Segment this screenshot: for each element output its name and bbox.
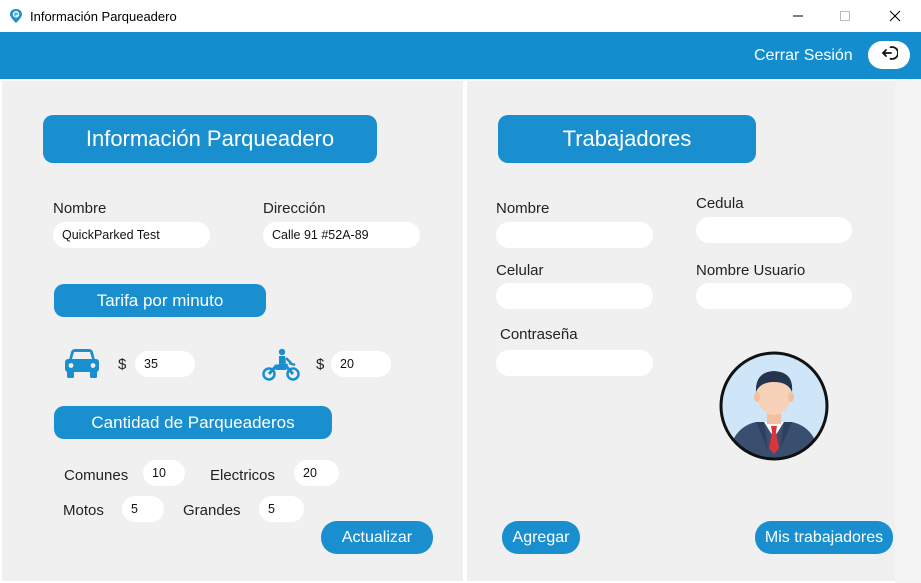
worker-password-field[interactable] (496, 350, 653, 376)
window-title: Información Parqueadero (30, 9, 177, 24)
parking-pin-icon: P (8, 8, 24, 24)
worker-id-field[interactable] (696, 217, 852, 243)
logout-button[interactable] (868, 41, 910, 69)
worker-phone-field[interactable] (496, 283, 653, 309)
parking-info-panel: Información Parqueadero Nombre QuickPark… (2, 81, 463, 581)
main-content: Información Parqueadero Nombre QuickPark… (0, 79, 921, 583)
common-spots-field[interactable]: 10 (143, 460, 185, 486)
parking-address-label: Dirección (263, 200, 326, 217)
moto-rate-currency: $ (316, 356, 325, 373)
parking-address-field[interactable]: Calle 91 #52A-89 (263, 222, 420, 248)
maximize-button[interactable] (822, 0, 868, 32)
parking-quantity-title: Cantidad de Parqueaderos (54, 406, 332, 439)
large-spots-label: Grandes (183, 502, 241, 519)
motorcycle-icon (262, 348, 300, 387)
logout-icon (880, 44, 899, 67)
parking-name-field[interactable]: QuickParked Test (53, 222, 210, 248)
car-rate-field[interactable]: 35 (135, 351, 195, 377)
electric-spots-label: Electricos (210, 467, 276, 484)
moto-spots-label: Motos (63, 502, 104, 519)
worker-password-label: Contraseña (500, 326, 578, 343)
worker-name-label: Nombre (496, 200, 550, 217)
svg-text:P: P (14, 13, 18, 19)
app-header: Cerrar Sesión (0, 32, 921, 79)
worker-avatar-icon (718, 350, 830, 467)
workers-panel: Trabajadores Nombre Cedula Celular Nombr… (467, 81, 895, 581)
large-spots-field[interactable]: 5 (259, 496, 304, 522)
parking-name-label: Nombre (53, 200, 107, 217)
moto-spots-field[interactable]: 5 (122, 496, 164, 522)
vertical-scrollbar[interactable] (895, 79, 921, 583)
car-icon (64, 348, 100, 385)
window-titlebar: P Información Parqueadero (0, 0, 921, 32)
car-rate-currency: $ (118, 356, 127, 373)
my-workers-button[interactable]: Mis trabajadores (755, 521, 893, 554)
common-spots-label: Comunes (64, 467, 129, 484)
add-worker-button[interactable]: Agregar (502, 521, 580, 554)
worker-username-field[interactable] (696, 283, 852, 309)
logout-label[interactable]: Cerrar Sesión (754, 47, 853, 65)
parking-info-title: Información Parqueadero (43, 115, 377, 163)
close-button[interactable] (872, 0, 918, 32)
moto-rate-field[interactable]: 20 (331, 351, 391, 377)
electric-spots-field[interactable]: 20 (294, 460, 339, 486)
worker-username-label: Nombre Usuario (696, 262, 806, 279)
worker-phone-label: Celular (496, 262, 544, 279)
update-button[interactable]: Actualizar (321, 521, 433, 554)
worker-name-field[interactable] (496, 222, 653, 248)
worker-id-label: Cedula (696, 195, 744, 212)
workers-title: Trabajadores (498, 115, 756, 163)
rate-per-minute-title: Tarifa por minuto (54, 284, 266, 317)
minimize-button[interactable] (775, 0, 821, 32)
